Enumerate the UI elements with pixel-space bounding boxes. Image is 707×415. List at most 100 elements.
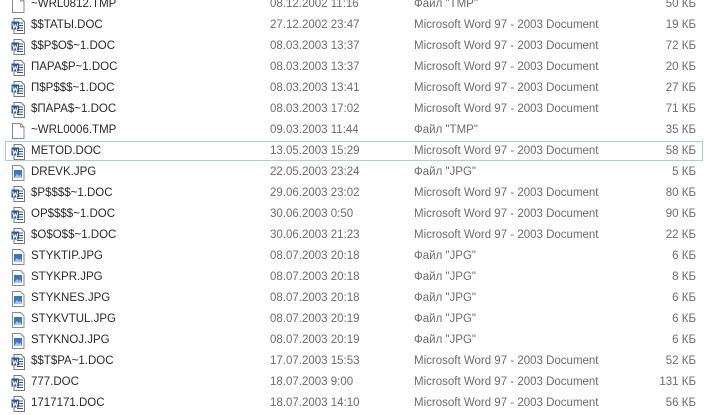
word-document-icon	[11, 207, 25, 223]
file-list: ~WRL0812.TMP 08.12.2002 11:16 Файл "TMP"…	[0, 0, 707, 414]
jpg-file-icon	[11, 270, 25, 286]
file-row[interactable]: $$T$PA~1.DOC 17.07.2003 15:53 Microsoft …	[5, 351, 703, 371]
file-row[interactable]: $ПАРА$~1.DOC 08.03.2003 17:02 Microsoft …	[5, 99, 703, 119]
file-date-modified: 08.12.2002 11:16	[270, 0, 359, 10]
file-row[interactable]: $$TATЫ.DOC 27.12.2002 23:47 Microsoft Wo…	[5, 15, 703, 35]
file-row[interactable]: ПАРА$P~1.DOC 08.03.2003 13:37 Microsoft …	[5, 57, 703, 77]
file-name: ПАРА$P~1.DOC	[31, 61, 118, 73]
file-size: 131 КБ	[659, 376, 696, 388]
file-type: Файл "TMP"	[414, 124, 478, 136]
file-type: Файл "JPG"	[414, 292, 476, 304]
file-row[interactable]: 777.DOC 18.07.2003 9:00 Microsoft Word 9…	[5, 372, 703, 392]
file-date-modified: 08.07.2003 20:18	[270, 271, 360, 283]
file-size: 56 КБ	[665, 397, 696, 409]
file-type: Файл "JPG"	[414, 334, 476, 346]
file-type: Microsoft Word 97 - 2003 Document	[414, 40, 599, 52]
file-row[interactable]: STYKPR.JPG 08.07.2003 20:18 Файл "JPG" 8…	[5, 267, 703, 287]
file-size: 6 КБ	[672, 250, 696, 262]
file-name: STYKNES.JPG	[31, 292, 111, 304]
file-size: 6 КБ	[672, 292, 696, 304]
file-row[interactable]: П$P$$$~1.DOC 08.03.2003 13:41 Microsoft …	[5, 78, 703, 98]
file-date-modified: 08.03.2003 13:37	[270, 40, 360, 52]
file-size: 71 КБ	[665, 103, 696, 115]
file-date-modified: 08.03.2003 17:02	[270, 103, 360, 115]
file-name: ~WRL0812.TMP	[31, 0, 117, 10]
file-type: Файл "JPG"	[414, 271, 476, 283]
file-row[interactable]: 1717171.DOC 18.07.2003 14:10 Microsoft W…	[5, 393, 703, 413]
jpg-file-icon	[11, 165, 25, 181]
file-date-modified: 18.07.2003 14:10	[270, 397, 360, 409]
file-name: $$P$O$~1.DOC	[31, 40, 116, 52]
file-date-modified: 17.07.2003 15:53	[270, 355, 360, 367]
file-row[interactable]: $$P$O$~1.DOC 08.03.2003 13:37 Microsoft …	[5, 36, 703, 56]
file-row[interactable]: STYKNES.JPG 08.07.2003 20:18 Файл "JPG" …	[5, 288, 703, 308]
file-date-modified: 08.03.2003 13:37	[270, 61, 360, 73]
file-name: $$TATЫ.DOC	[31, 19, 103, 31]
word-document-icon	[11, 102, 25, 118]
file-type: Microsoft Word 97 - 2003 Document	[414, 187, 599, 199]
file-date-modified: 30.06.2003 21:23	[270, 229, 360, 241]
file-name: STYKNOJ.JPG	[31, 334, 110, 346]
file-size: 72 КБ	[665, 40, 696, 52]
file-type: Microsoft Word 97 - 2003 Document	[414, 145, 599, 157]
file-row[interactable]: STYKTIP.JPG 08.07.2003 20:18 Файл "JPG" …	[5, 246, 703, 266]
file-row[interactable]: DREVK.JPG 22.05.2003 23:24 Файл "JPG" 5 …	[5, 162, 703, 182]
word-document-icon	[11, 354, 25, 370]
word-document-icon	[11, 144, 25, 160]
word-document-icon	[11, 375, 25, 391]
file-size: 19 КБ	[665, 19, 696, 31]
file-size: 22 КБ	[665, 229, 696, 241]
file-name: $$T$PA~1.DOC	[31, 355, 114, 367]
file-date-modified: 08.03.2003 13:41	[270, 82, 360, 94]
file-type: Microsoft Word 97 - 2003 Document	[414, 229, 599, 241]
file-name: STYKPR.JPG	[31, 271, 103, 283]
file-size: 80 КБ	[665, 187, 696, 199]
file-name: $O$O$$~1.DOC	[31, 229, 117, 241]
file-type: Файл "TMP"	[414, 0, 478, 10]
file-name: П$P$$$~1.DOC	[31, 82, 115, 94]
file-type: Microsoft Word 97 - 2003 Document	[414, 355, 599, 367]
file-type: Microsoft Word 97 - 2003 Document	[414, 208, 599, 220]
file-date-modified: 18.07.2003 9:00	[270, 376, 354, 388]
file-date-modified: 22.05.2003 23:24	[270, 166, 360, 178]
file-type: Файл "JPG"	[414, 313, 476, 325]
file-row[interactable]: $P$$$$~1.DOC 29.06.2003 23:02 Microsoft …	[5, 183, 703, 203]
word-document-icon	[11, 60, 25, 76]
file-name: OP$$$$~1.DOC	[31, 208, 116, 220]
file-size: 35 КБ	[665, 124, 696, 136]
file-size: 5 КБ	[672, 166, 696, 178]
file-date-modified: 27.12.2002 23:47	[270, 19, 360, 31]
blank-file-icon	[11, 0, 25, 13]
file-date-modified: 30.06.2003 0:50	[270, 208, 354, 220]
file-name: STYKVTUL.JPG	[31, 313, 116, 325]
file-row[interactable]: STYKNOJ.JPG 08.07.2003 20:19 Файл "JPG" …	[5, 330, 703, 350]
file-size: 6 КБ	[672, 334, 696, 346]
word-document-icon	[11, 39, 25, 55]
file-size: 8 КБ	[672, 271, 696, 283]
file-name: $P$$$$~1.DOC	[31, 187, 113, 199]
file-size: 20 КБ	[665, 61, 696, 73]
file-row[interactable]: ~WRL0812.TMP 08.12.2002 11:16 Файл "TMP"…	[5, 0, 703, 14]
file-date-modified: 08.07.2003 20:19	[270, 313, 360, 325]
file-row[interactable]: ~WRL0006.TMP 09.03.2003 11:44 Файл "TMP"…	[5, 120, 703, 140]
file-date-modified: 08.07.2003 20:18	[270, 250, 360, 262]
file-row[interactable]: OP$$$$~1.DOC 30.06.2003 0:50 Microsoft W…	[5, 204, 703, 224]
file-type: Microsoft Word 97 - 2003 Document	[414, 61, 599, 73]
file-date-modified: 09.03.2003 11:44	[270, 124, 359, 136]
file-type: Файл "JPG"	[414, 250, 476, 262]
file-size: 52 КБ	[665, 355, 696, 367]
word-document-icon	[11, 396, 25, 412]
file-row[interactable]: METOD.DOC 13.05.2003 15:29 Microsoft Wor…	[5, 141, 703, 161]
file-size: 6 КБ	[672, 313, 696, 325]
word-document-icon	[11, 81, 25, 97]
file-name: DREVK.JPG	[31, 166, 97, 178]
file-row[interactable]: $O$O$$~1.DOC 30.06.2003 21:23 Microsoft …	[5, 225, 703, 245]
file-type: Файл "JPG"	[414, 166, 476, 178]
word-document-icon	[11, 186, 25, 202]
file-name: METOD.DOC	[31, 145, 102, 157]
word-document-icon	[11, 228, 25, 244]
file-row[interactable]: STYKVTUL.JPG 08.07.2003 20:19 Файл "JPG"…	[5, 309, 703, 329]
file-size: 50 КБ	[665, 0, 696, 10]
file-type: Microsoft Word 97 - 2003 Document	[414, 82, 599, 94]
file-date-modified: 08.07.2003 20:18	[270, 292, 360, 304]
